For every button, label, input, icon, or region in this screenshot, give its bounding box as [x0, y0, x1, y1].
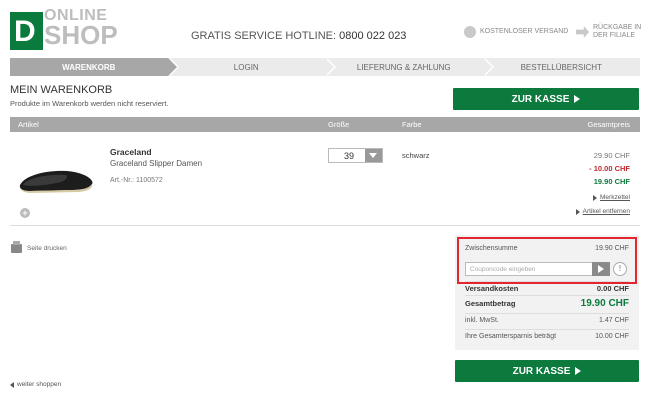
savings-value: 10.00 CHF: [595, 333, 629, 340]
chevron-down-icon: [365, 149, 382, 162]
hotline-label: GRATIS SERVICE HOTLINE:: [191, 30, 337, 42]
return-in-store-badge: RÜCKGABE IN DER FILIALE: [576, 24, 646, 40]
step-login[interactable]: LOGIN: [167, 58, 336, 76]
shipping-label: Versandkosten: [465, 284, 519, 293]
col-color: Farbe: [402, 120, 422, 129]
info-icon[interactable]: !: [613, 262, 627, 276]
product-image[interactable]: [17, 163, 95, 195]
coupon-placeholder: Couponcode eingeben: [470, 265, 536, 273]
caret-left-icon: [10, 381, 14, 388]
play-arrow-icon: [575, 367, 582, 375]
step-cart[interactable]: WARENKORB: [10, 58, 179, 76]
free-shipping-badge: KOSTENLOSER VERSAND: [464, 26, 568, 38]
logo-shop-text: SHOP: [44, 20, 118, 50]
continue-shopping-label: weiter shoppen: [17, 381, 62, 388]
printer-icon: [11, 241, 22, 253]
site-header: D ONLINE SHOP GRATIS SERVICE HOTLINE: 08…: [0, 0, 650, 55]
plus-circle-icon[interactable]: +: [20, 208, 30, 218]
size-value: 39: [344, 150, 355, 161]
remove-item-link[interactable]: Artikel entfernen: [575, 208, 630, 215]
add-to-watchlist-link[interactable]: Merkzettel: [593, 194, 630, 201]
summary-divider: [465, 313, 629, 314]
page-subtitle: Produkte im Warenkorb werden nicht reser…: [10, 99, 169, 108]
watchlist-label: Merkzettel: [600, 194, 630, 201]
total-row: Gesamtbetrag 19.90 CHF: [465, 298, 629, 309]
product-name[interactable]: Graceland Slipper Damen: [110, 159, 202, 168]
step-login-label: LOGIN: [233, 62, 259, 72]
vat-row: inkl. MwSt. 1.47 CHF: [465, 317, 629, 324]
summary-divider: [465, 295, 629, 296]
print-page-label: Seite drucken: [27, 245, 67, 252]
return-in-store-label: RÜCKGABE IN DER FILIALE: [593, 24, 642, 39]
col-total: Gesamtpreis: [587, 120, 630, 129]
checkout-button-bottom[interactable]: ZUR KASSE: [455, 360, 639, 382]
total-label: Gesamtbetrag: [465, 299, 516, 308]
total-value: 19.90 CHF: [580, 298, 629, 309]
caret-right-icon: [575, 208, 580, 215]
step-order-overview[interactable]: BESTELLÜBERSICHT: [482, 58, 640, 76]
caret-right-icon: [593, 194, 598, 201]
checkout-steps: WARENKORB LOGIN LIEFERUNG & ZAHLUNG BEST…: [10, 58, 640, 76]
logo-letter: D: [14, 15, 36, 48]
vat-value: 1.47 CHF: [599, 317, 629, 324]
price-final: 19.90 CHF: [593, 177, 630, 186]
col-article: Artikel: [18, 120, 39, 129]
logo-mark[interactable]: D: [10, 12, 43, 50]
remove-item-label: Artikel entfernen: [582, 208, 630, 215]
summary-divider: [465, 329, 629, 330]
checkout-label: ZUR KASSE: [512, 365, 571, 377]
checkout-label: ZUR KASSE: [511, 93, 570, 105]
coupon-highlight-box: [457, 237, 637, 284]
product-color: schwarz: [402, 151, 430, 160]
vat-label: inkl. MwSt.: [465, 317, 499, 324]
shipping-row: Versandkosten 0.00 CHF: [465, 284, 629, 293]
size-select[interactable]: 39: [328, 148, 383, 163]
row-divider: [10, 225, 640, 226]
coupon-submit-button[interactable]: [592, 262, 610, 276]
product-article-number: Art.-Nr.: 1100572: [110, 177, 163, 184]
return-arrow-icon: [576, 26, 589, 38]
play-arrow-icon: [574, 95, 581, 103]
page-title: MEIN WARENKORB: [10, 84, 113, 96]
savings-row: Ihre Gesamtersparnis beträgt 10.00 CHF: [465, 333, 629, 340]
continue-shopping-link[interactable]: weiter shoppen: [10, 381, 61, 388]
truck-circle-icon: [464, 26, 476, 38]
checkout-button-top[interactable]: ZUR KASSE: [453, 88, 639, 110]
step-delivery-payment[interactable]: LIEFERUNG & ZAHLUNG: [325, 58, 494, 76]
col-size: Größe: [328, 120, 350, 129]
price-discount: - 10.00 CHF: [589, 164, 630, 173]
free-shipping-label: KOSTENLOSER VERSAND: [480, 28, 569, 35]
hotline: GRATIS SERVICE HOTLINE: 0800 022 023: [191, 30, 406, 42]
step-cart-label: WARENKORB: [62, 62, 116, 72]
coupon-code-input[interactable]: Couponcode eingeben: [465, 262, 610, 276]
step-overview-label: BESTELLÜBERSICHT: [520, 62, 602, 72]
product-brand[interactable]: Graceland: [110, 147, 152, 157]
print-page-link[interactable]: Seite drucken: [11, 241, 67, 253]
shipping-value: 0.00 CHF: [596, 284, 629, 293]
step-delivery-label: LIEFERUNG & ZAHLUNG: [356, 62, 451, 72]
cart-table-header: Artikel Größe Farbe Gesamtpreis: [10, 117, 640, 132]
savings-label: Ihre Gesamtersparnis beträgt: [465, 333, 557, 340]
hotline-number: 0800 022 023: [339, 30, 407, 42]
price-original: 29.90 CHF: [593, 151, 630, 160]
